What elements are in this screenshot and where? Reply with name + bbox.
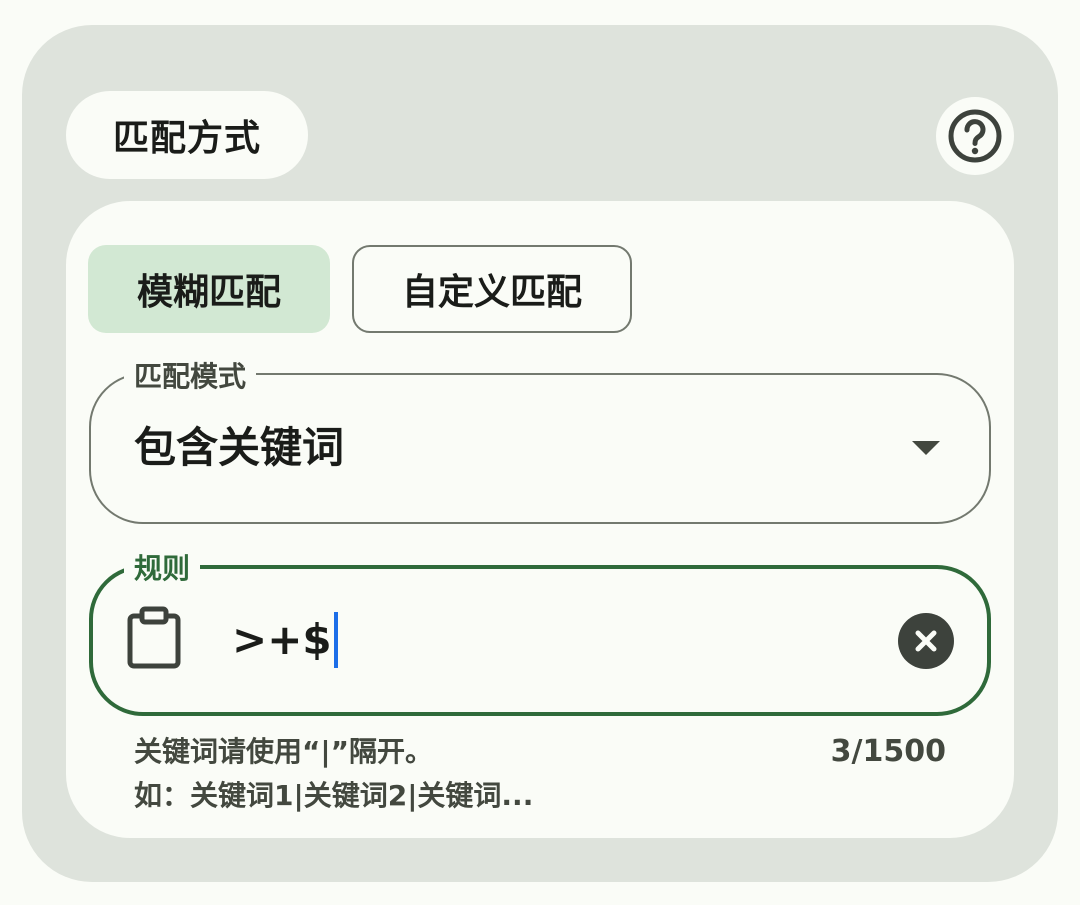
text-caret <box>333 612 338 668</box>
rule-hint-line2: 如：关键词1|关键词2|关键词... <box>134 779 534 812</box>
match-mode-value: 包含关键词 <box>134 423 345 472</box>
clear-icon <box>915 630 937 652</box>
rule-field-label: 规则 <box>124 552 201 586</box>
char-counter: 3/1500 <box>830 734 946 769</box>
dropdown-arrow-icon[interactable] <box>912 441 940 455</box>
tab-custom-match-label: 自定义匹配 <box>401 272 582 313</box>
rule-input[interactable]: >+$ <box>232 612 338 668</box>
section-title: 匹配方式 <box>66 91 308 179</box>
help-circle-icon <box>948 109 1002 163</box>
clear-button[interactable] <box>898 613 954 669</box>
help-button[interactable] <box>936 97 1014 175</box>
section-title-text: 匹配方式 <box>112 118 261 159</box>
rule-input-value: >+$ <box>232 615 332 664</box>
tab-custom-match[interactable]: 自定义匹配 <box>352 245 632 333</box>
tab-fuzzy-match[interactable]: 模糊匹配 <box>88 245 330 333</box>
tab-fuzzy-match-label: 模糊匹配 <box>136 272 281 313</box>
rule-input-field[interactable] <box>89 565 991 716</box>
match-mode-label: 匹配模式 <box>124 360 257 394</box>
clipboard-icon[interactable] <box>124 606 184 670</box>
rule-hint-line1: 关键词请使用“|”隔开。 <box>134 735 434 768</box>
